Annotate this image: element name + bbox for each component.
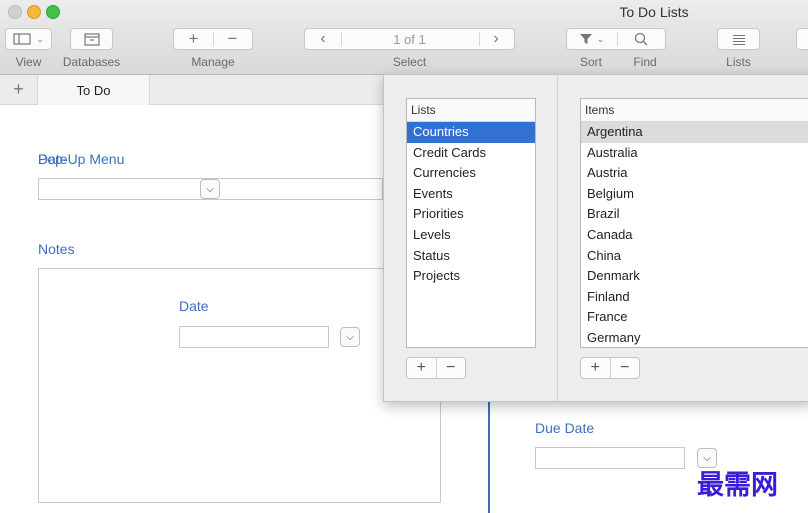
- find-button[interactable]: [616, 32, 665, 46]
- add-record-button[interactable]: +: [174, 29, 213, 49]
- lists-list: Lists Countries Credit Cards Currencies …: [406, 98, 536, 348]
- lists-body: Countries Credit Cards Currencies Events…: [407, 122, 535, 287]
- find-label: Find: [633, 55, 657, 69]
- overlapping-field-label: Date Pop-Up Menu: [38, 151, 124, 167]
- select-label: Select: [392, 55, 427, 69]
- inner-date-dropdown-button[interactable]: ⌵: [340, 327, 360, 347]
- popup-menu-dropdown-button[interactable]: ⌵: [200, 179, 220, 199]
- list-item[interactable]: Countries: [407, 122, 535, 143]
- sort-button[interactable]: ⌄: [567, 33, 616, 45]
- previous-record-button[interactable]: ‹: [305, 30, 341, 48]
- list-item[interactable]: Germany: [581, 328, 808, 347]
- list-item[interactable]: China: [581, 246, 808, 267]
- toolbar: To Do Lists ⌄ View Databases + − Manage …: [0, 0, 808, 75]
- popover-divider: [557, 75, 558, 401]
- items-add-remove-control: + −: [580, 357, 640, 379]
- list-item[interactable]: Australia: [581, 143, 808, 164]
- record-indicator[interactable]: 1 of 1: [341, 32, 478, 47]
- add-item-button[interactable]: +: [581, 358, 610, 378]
- list-item[interactable]: Brazil: [581, 204, 808, 225]
- list-item[interactable]: Austria: [581, 163, 808, 184]
- due-date-input[interactable]: [535, 447, 685, 469]
- sort-label: Sort: [579, 55, 602, 69]
- list-item[interactable]: Credit Cards: [407, 143, 535, 164]
- add-list-button[interactable]: +: [407, 358, 436, 378]
- inner-date-label: Date: [179, 298, 209, 314]
- list-icon: [732, 34, 745, 45]
- lists-button[interactable]: [717, 28, 760, 50]
- list-item[interactable]: Levels: [407, 225, 535, 246]
- date-input[interactable]: [38, 178, 189, 200]
- share-button[interactable]: [796, 28, 808, 50]
- chevron-down-icon: ⌵: [703, 452, 711, 464]
- list-item[interactable]: Priorities: [407, 204, 535, 225]
- items-body: Argentina Australia Austria Belgium Braz…: [581, 122, 808, 347]
- lists-add-remove-control: + −: [406, 357, 466, 379]
- new-tab-button[interactable]: +: [0, 75, 38, 104]
- date-field-label: Date: [38, 151, 68, 167]
- list-item[interactable]: Argentina: [581, 122, 808, 143]
- databases-label: Databases: [62, 55, 121, 69]
- manage-segmented: + −: [173, 28, 253, 50]
- layout-view-icon: [13, 33, 31, 45]
- record-navigator: ‹ 1 of 1 ›: [304, 28, 515, 50]
- list-item[interactable]: France: [581, 307, 808, 328]
- list-item[interactable]: Denmark: [581, 266, 808, 287]
- value-lists-popover: Lists Countries Credit Cards Currencies …: [383, 74, 808, 402]
- chevron-down-icon: ⌄: [596, 33, 605, 44]
- sort-find-segmented: ⌄: [566, 28, 666, 50]
- items-header: Items: [581, 99, 808, 122]
- view-label: View: [15, 55, 42, 69]
- due-date-label: Due Date: [535, 420, 595, 436]
- inner-date-input[interactable]: [179, 326, 329, 348]
- list-item[interactable]: Canada: [581, 225, 808, 246]
- next-record-button[interactable]: ›: [478, 30, 514, 48]
- delete-record-button[interactable]: −: [213, 29, 252, 49]
- chevron-down-icon: ⌵: [206, 183, 214, 195]
- watermark: 最需网: [697, 470, 778, 501]
- list-item[interactable]: Events: [407, 184, 535, 205]
- notes-field[interactable]: [38, 268, 441, 503]
- items-list: Items Argentina Australia Austria Belgiu…: [580, 98, 808, 348]
- tab-to-do[interactable]: To Do: [38, 75, 150, 105]
- remove-item-button[interactable]: −: [609, 358, 640, 378]
- list-item[interactable]: Projects: [407, 266, 535, 287]
- lists-header: Lists: [407, 99, 535, 122]
- chevron-down-icon: ⌄: [36, 33, 44, 44]
- layout-guide-line: [488, 398, 490, 513]
- list-item[interactable]: Status: [407, 246, 535, 267]
- chevron-down-icon: ⌵: [346, 331, 354, 343]
- funnel-icon: [579, 34, 592, 44]
- window-title: To Do Lists: [619, 4, 689, 20]
- view-button[interactable]: ⌄: [5, 28, 52, 50]
- list-item[interactable]: Currencies: [407, 163, 535, 184]
- list-item[interactable]: Belgium: [581, 184, 808, 205]
- list-item[interactable]: Finland: [581, 287, 808, 308]
- archive-icon: [83, 33, 100, 46]
- manage-label: Manage: [191, 55, 235, 69]
- remove-list-button[interactable]: −: [435, 358, 466, 378]
- search-icon: [634, 32, 647, 46]
- databases-button[interactable]: [70, 28, 113, 50]
- notes-label: Notes: [38, 241, 75, 257]
- lists-label: Lists: [726, 55, 751, 69]
